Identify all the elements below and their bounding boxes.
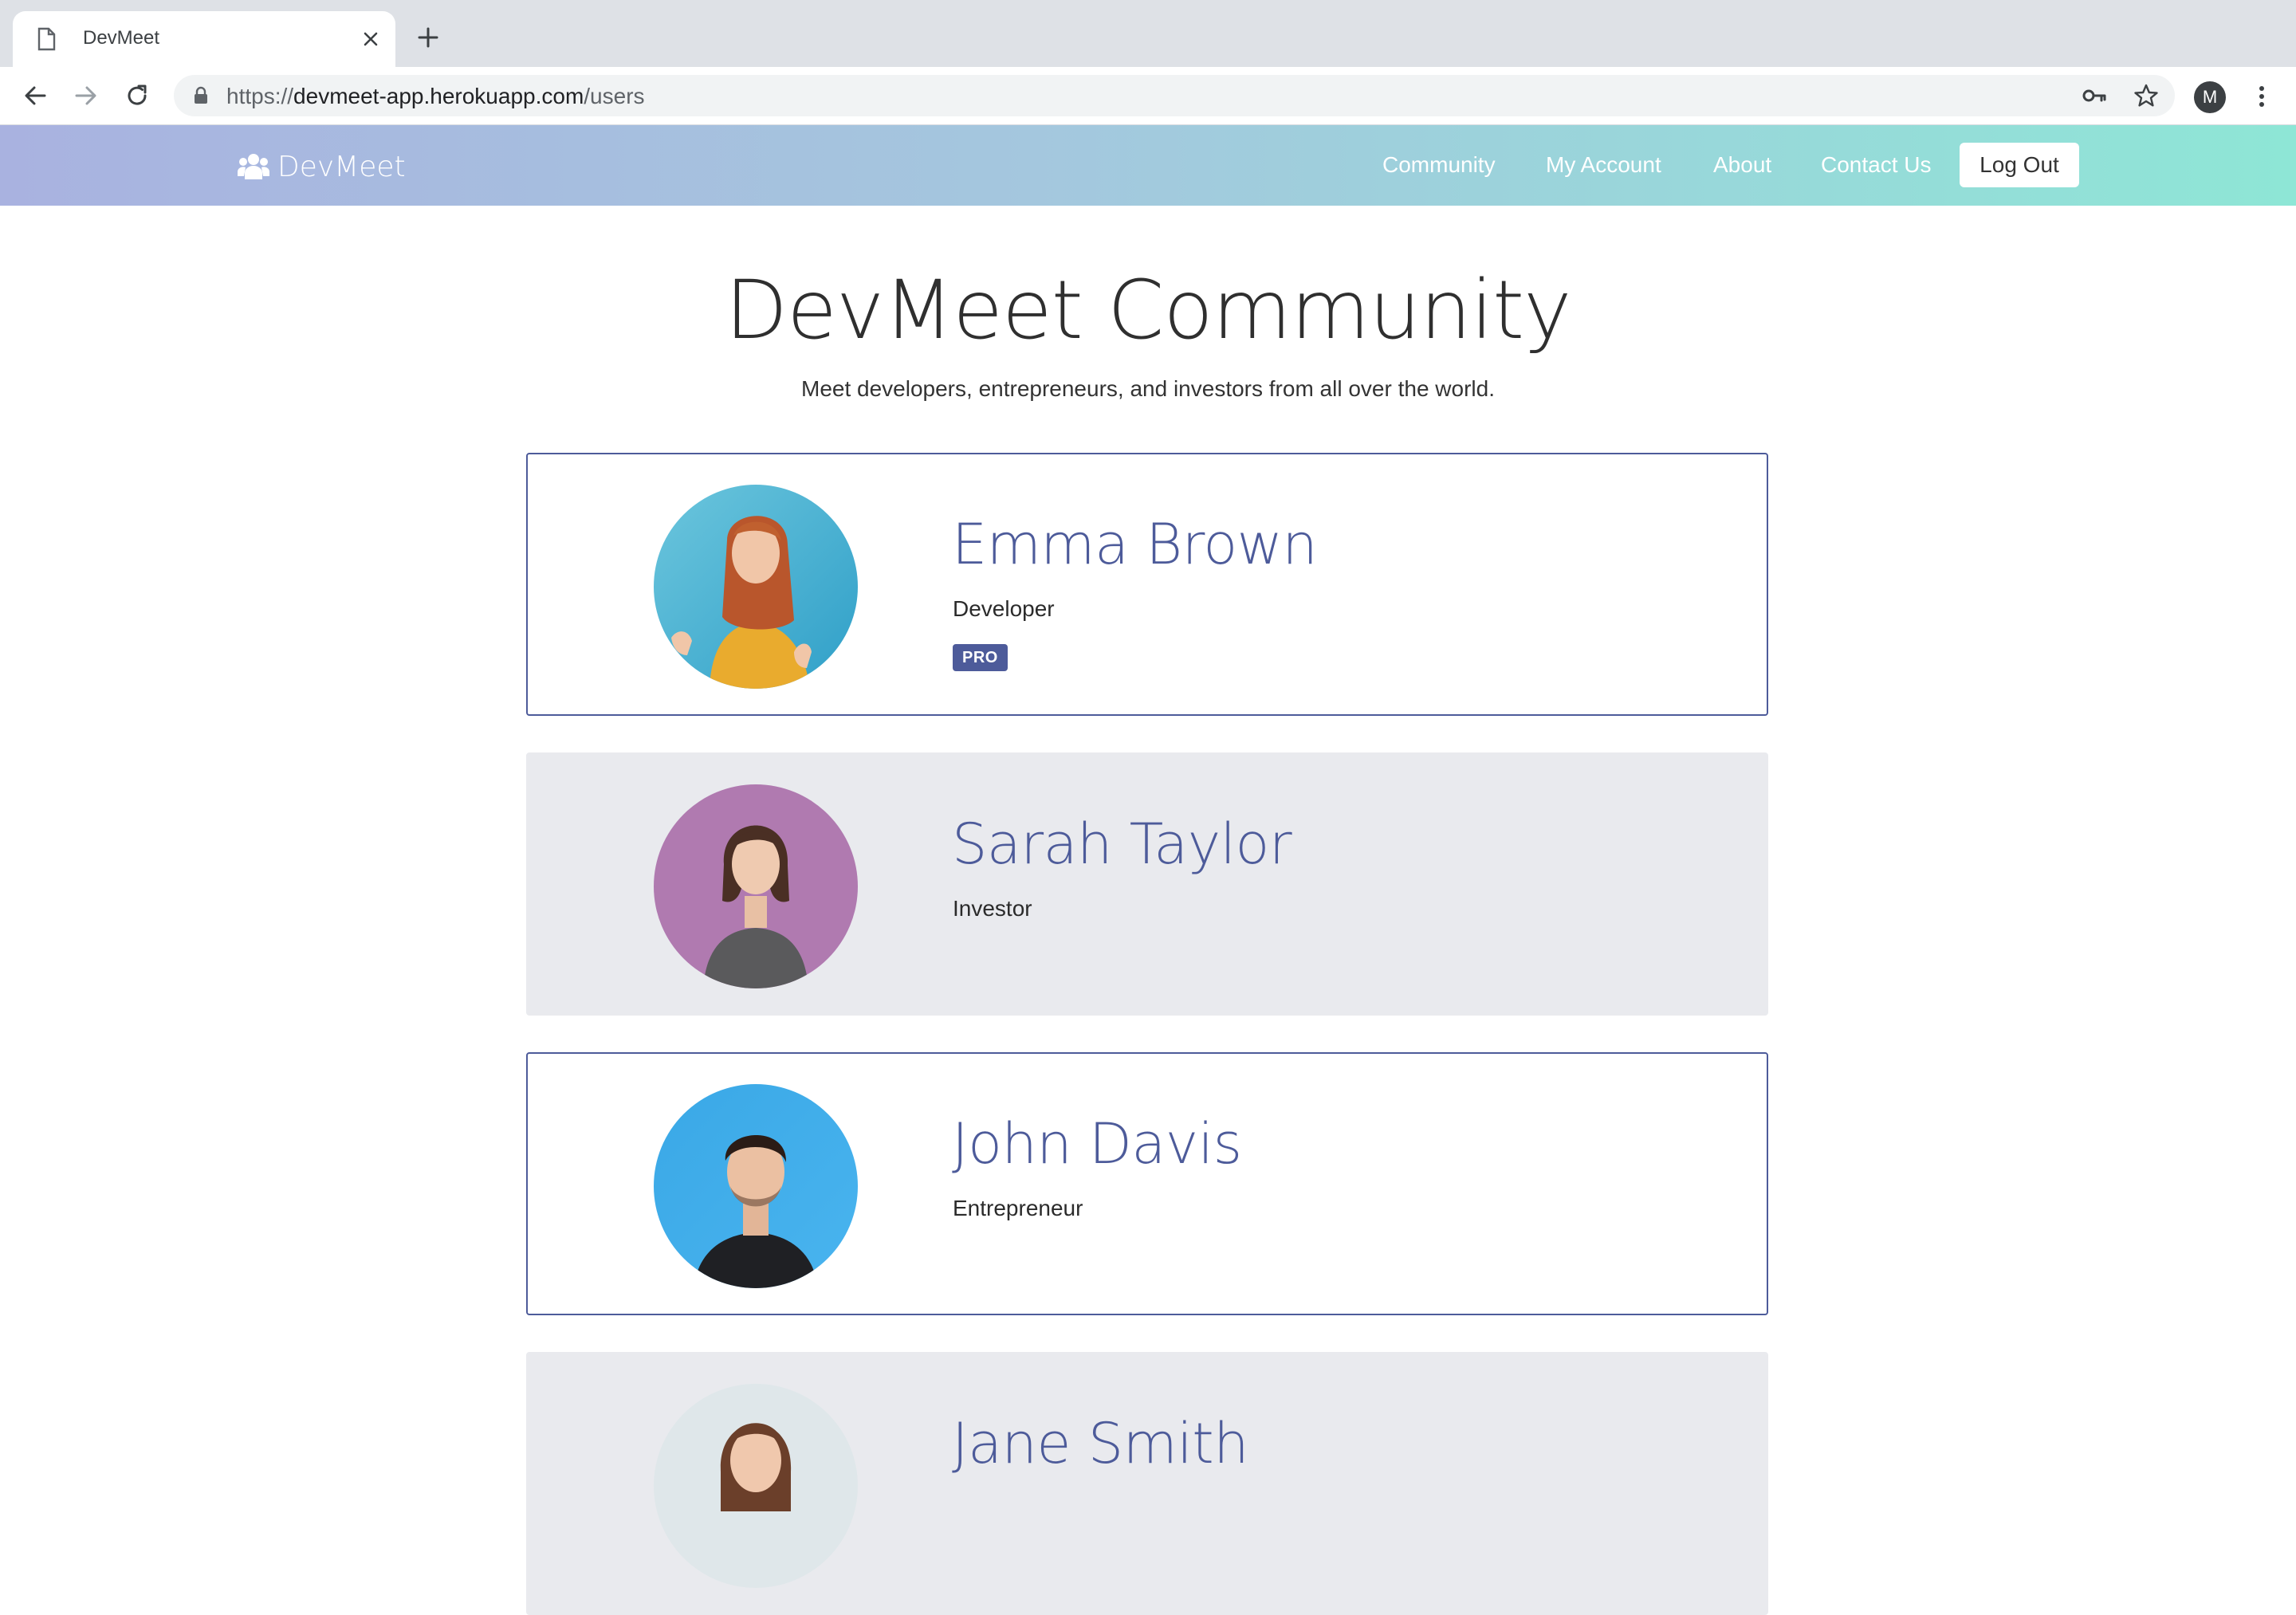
new-tab-icon[interactable]: [416, 26, 440, 49]
address-bar[interactable]: https://devmeet-app.herokuapp.com/users: [174, 75, 2175, 116]
url-scheme: https://: [226, 84, 294, 108]
document-icon: [37, 27, 56, 51]
browser-tabstrip: DevMeet: [0, 0, 2296, 67]
brand-name: DevMeet: [277, 150, 406, 183]
profile-avatar[interactable]: M: [2194, 81, 2226, 113]
user-name[interactable]: Sarah Taylor: [952, 811, 1292, 877]
key-icon[interactable]: [2082, 84, 2106, 107]
nav-link-my-account[interactable]: My Account: [1546, 152, 1661, 178]
more-vertical-icon[interactable]: [2248, 83, 2275, 110]
page-subtitle: Meet developers, entrepreneurs, and inve…: [801, 376, 1495, 401]
user-name[interactable]: John Davis: [952, 1111, 1242, 1177]
page-title: DevMeet Community: [725, 263, 1572, 358]
user-role: Entrepreneur: [953, 1196, 1083, 1220]
back-arrow-icon[interactable]: [21, 81, 49, 110]
user-name[interactable]: Emma Brown: [952, 512, 1318, 577]
user-avatar-photo: [654, 485, 858, 689]
url-host: devmeet-app.herokuapp.com: [293, 84, 584, 108]
lock-icon[interactable]: [193, 86, 209, 105]
url-path: /users: [584, 84, 645, 108]
tab-title: DevMeet: [83, 27, 160, 49]
bookmark-star-icon[interactable]: [2133, 83, 2159, 108]
user-role: Developer: [953, 596, 1055, 621]
logout-button[interactable]: Log Out: [1960, 143, 2079, 187]
user-card[interactable]: Sarah Taylor Investor: [526, 752, 1768, 1016]
url-text[interactable]: https://devmeet-app.herokuapp.com/users: [226, 84, 645, 109]
browser-tab[interactable]: DevMeet: [13, 11, 395, 67]
nav-link-contact-us[interactable]: Contact Us: [1821, 152, 1932, 178]
user-card[interactable]: Emma Brown Developer PRO: [526, 453, 1768, 716]
brand-logo[interactable]: DevMeet: [238, 149, 406, 184]
user-avatar-photo: [654, 1084, 858, 1288]
user-role: Investor: [953, 896, 1032, 921]
close-tab-icon[interactable]: [360, 29, 381, 49]
browser-toolbar: https://devmeet-app.herokuapp.com/users …: [0, 67, 2296, 125]
user-name[interactable]: Jane Smith: [952, 1411, 1249, 1476]
pro-badge: PRO: [953, 644, 1008, 671]
users-icon: [238, 154, 269, 179]
nav-link-about[interactable]: About: [1713, 152, 1771, 178]
site-navbar: DevMeet Community My Account About Conta…: [0, 125, 2296, 206]
nav-link-community[interactable]: Community: [1382, 152, 1496, 178]
user-avatar-photo: [654, 784, 858, 988]
forward-arrow-icon[interactable]: [72, 81, 100, 110]
reload-icon[interactable]: [123, 81, 151, 110]
user-card[interactable]: John Davis Entrepreneur: [526, 1052, 1768, 1315]
user-card[interactable]: Jane Smith: [526, 1352, 1768, 1615]
user-avatar-photo: [654, 1384, 858, 1588]
